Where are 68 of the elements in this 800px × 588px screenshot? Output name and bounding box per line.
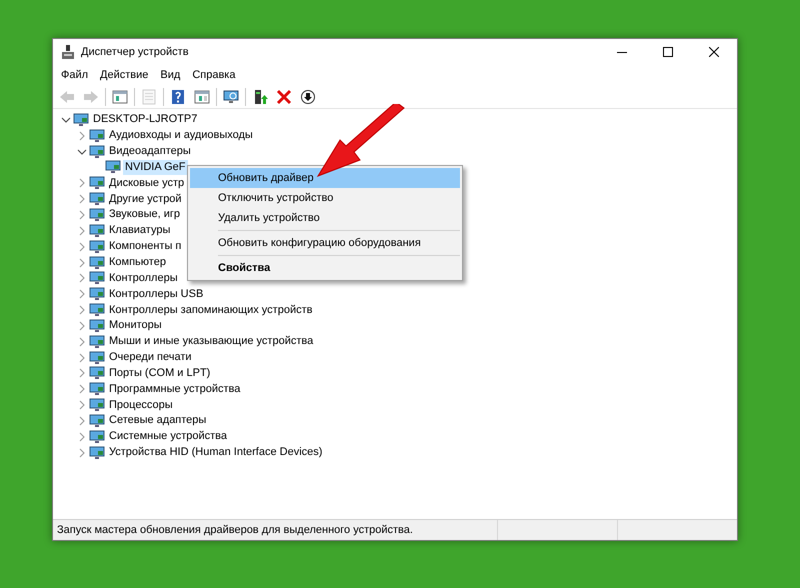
- close-icon: [709, 47, 719, 57]
- properties-icon: [141, 88, 157, 104]
- panel-icon: [112, 88, 128, 104]
- device-icon: [89, 398, 105, 412]
- device-icon: [89, 350, 105, 365]
- device-icon: [89, 176, 105, 190]
- computer-icon: [61, 45, 75, 59]
- tree-item[interactable]: Контроллеры: [107, 270, 180, 286]
- maximize-icon: [663, 47, 673, 57]
- device-icon: [89, 303, 105, 318]
- tree-item[interactable]: DESKTOP-LJROTP7: [91, 112, 200, 128]
- menu-item[interactable]: Обновить конфигурацию оборудования: [190, 233, 460, 253]
- device-icon: [89, 144, 105, 159]
- menu-item[interactable]: Отключить устройство: [190, 188, 460, 208]
- tree-item[interactable]: Другие устрой: [107, 192, 184, 207]
- device-icon: [89, 318, 105, 333]
- menu-item[interactable]: Удалить устройство: [190, 208, 460, 228]
- device-icon: [89, 192, 105, 206]
- menu-item[interactable]: Свойства: [190, 258, 460, 278]
- help-icon: [170, 88, 186, 104]
- download-icon: [300, 88, 316, 104]
- device-icon: [89, 271, 105, 286]
- tree-item[interactable]: Видеоадаптеры: [107, 144, 193, 160]
- tree-item[interactable]: Порты (COM и LPT): [107, 366, 212, 381]
- device-icon: [89, 287, 105, 302]
- device-icon: [89, 430, 105, 444]
- tree-item[interactable]: Компоненты п: [107, 239, 184, 254]
- tree-item[interactable]: NVIDIA GeF: [123, 160, 188, 175]
- update-driver-icon: [252, 88, 268, 104]
- menu-item[interactable]: Справка: [186, 66, 242, 84]
- tree-item[interactable]: Звуковые, игр: [107, 207, 182, 222]
- device-icon: [89, 366, 105, 380]
- device-icon: [73, 112, 89, 127]
- device-icon: [89, 446, 105, 460]
- tree-item[interactable]: Компьютер: [107, 255, 168, 270]
- tree-item[interactable]: Программные устройства: [107, 382, 242, 397]
- remove-icon: [276, 88, 292, 104]
- menu-item[interactable]: Действие: [94, 66, 154, 84]
- tree-item[interactable]: Контроллеры USB: [107, 286, 206, 302]
- device-icon: [89, 240, 105, 254]
- tree-item[interactable]: Сетевые адаптеры: [107, 413, 208, 428]
- tree-item[interactable]: Устройства HID (Human Interface Devices): [107, 445, 324, 460]
- device-icon: [89, 128, 105, 143]
- tree-item[interactable]: Клавиатуры: [107, 223, 172, 238]
- monitor-search-icon: [223, 88, 239, 104]
- tree-item[interactable]: Контроллеры запоминающих устройств: [107, 302, 314, 318]
- device-icon: [89, 208, 105, 222]
- tree-item[interactable]: Системные устройства: [107, 429, 230, 444]
- device-icon: [89, 224, 105, 238]
- device-icon: [89, 414, 105, 428]
- back-arrow-icon: [59, 88, 75, 104]
- tree-item[interactable]: Аудиовходы и аудиовыходы: [107, 128, 255, 144]
- forward-arrow-icon: [83, 88, 99, 104]
- tree-item[interactable]: Дисковые устр: [107, 176, 186, 191]
- status-text: Запуск мастера обновления драйверов для выделенного устройства.: [56, 522, 414, 538]
- device-icon: [105, 160, 121, 174]
- device-icon: [89, 382, 105, 396]
- device-icon: [89, 256, 105, 270]
- menu-item[interactable]: Обновить драйвер: [190, 168, 460, 188]
- menu-item[interactable]: Вид: [154, 66, 186, 84]
- menu-item[interactable]: Файл: [55, 66, 94, 84]
- device-icon: [89, 334, 105, 349]
- tree-item[interactable]: Очереди печати: [107, 350, 194, 366]
- tree-item[interactable]: Мониторы: [107, 318, 164, 334]
- view-icon: [194, 88, 210, 104]
- window-title: Диспетчер устройств: [81, 44, 189, 60]
- tree-item[interactable]: Процессоры: [107, 398, 175, 413]
- tree-item[interactable]: Мыши и иные указывающие устройства: [107, 334, 316, 350]
